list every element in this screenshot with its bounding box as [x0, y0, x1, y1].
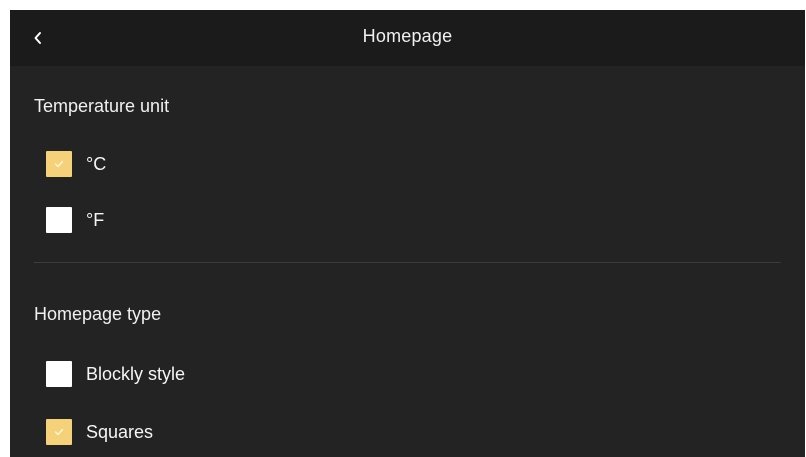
option-celsius[interactable]: °C	[46, 150, 106, 178]
blockly-style-label: Blockly style	[86, 363, 186, 384]
squares-label: Squares	[86, 421, 154, 442]
squares-checkbox[interactable]	[46, 419, 72, 445]
option-squares[interactable]: Squares	[46, 418, 153, 446]
celsius-label: °C	[86, 153, 107, 174]
option-blockly-style[interactable]: Blockly style	[46, 360, 185, 388]
top-bar: Homepage	[10, 10, 805, 66]
check-icon	[54, 423, 64, 441]
celsius-checkbox[interactable]	[46, 151, 72, 177]
page-title: Homepage	[362, 26, 453, 46]
settings-screen: Homepage Temperature unit °C °F Homepage…	[10, 10, 805, 457]
check-icon	[54, 155, 64, 173]
section-divider	[34, 262, 781, 263]
temperature-unit-heading: Temperature unit	[34, 96, 170, 116]
option-fahrenheit[interactable]: °F	[46, 206, 104, 234]
blockly-style-checkbox[interactable]	[46, 361, 72, 387]
fahrenheit-label: °F	[86, 209, 105, 230]
fahrenheit-checkbox[interactable]	[46, 207, 72, 233]
homepage-type-heading: Homepage type	[34, 304, 162, 324]
